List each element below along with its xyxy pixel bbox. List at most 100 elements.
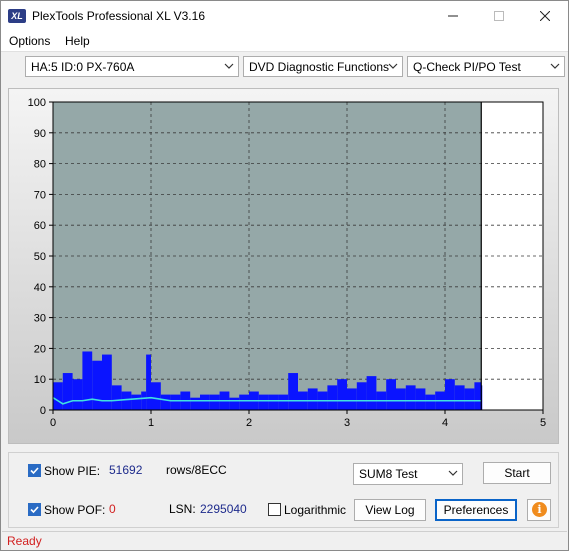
info-icon: i	[532, 502, 547, 517]
y-tick-label: 100	[28, 97, 46, 109]
close-button[interactable]	[522, 1, 568, 31]
preferences-button[interactable]: Preferences	[435, 499, 517, 521]
minimize-icon	[448, 15, 458, 17]
drive-select[interactable]: HA:5 ID:0 PX-760A	[25, 56, 239, 77]
pie-bar	[386, 379, 396, 410]
pie-bar	[366, 376, 377, 410]
title-bar[interactable]: XL PlexTools Professional XL V3.16	[1, 1, 568, 31]
status-text: Ready	[7, 534, 42, 548]
show-pof-label: Show POF:	[44, 503, 106, 517]
pie-bar	[209, 394, 220, 410]
y-tick-label: 0	[40, 405, 46, 417]
status-bar: Ready	[2, 531, 567, 550]
app-logo-icon: XL	[8, 9, 26, 23]
pi-po-chart: 0 10 20 30 40 50 60 70 80 90 100 0 1 2 3 4 5	[28, 97, 546, 429]
pie-bar	[454, 385, 465, 410]
x-tick-label: 5	[540, 417, 546, 429]
pie-value: 51692	[109, 463, 143, 477]
close-icon	[540, 11, 550, 21]
logarithmic-checkbox[interactable]	[268, 503, 281, 516]
check-icon	[30, 506, 39, 514]
pie-bar	[288, 373, 298, 410]
view-log-button[interactable]: View Log	[354, 499, 426, 521]
menu-bar: Options Help	[1, 31, 568, 51]
window-title: PlexTools Professional XL V3.16	[32, 9, 205, 23]
function-select[interactable]: DVD Diagnostic Functions	[243, 56, 403, 77]
pie-bar	[72, 379, 83, 410]
y-tick-label: 90	[34, 128, 46, 140]
pie-bar	[356, 382, 367, 410]
maximize-icon	[494, 11, 504, 21]
pie-bar	[102, 354, 112, 410]
chevron-down-icon	[224, 63, 234, 69]
pie-bar	[229, 397, 240, 410]
pie-bar	[151, 382, 161, 410]
pie-bar	[278, 394, 289, 410]
pie-bar	[474, 382, 482, 410]
menu-help[interactable]: Help	[65, 34, 90, 48]
show-pof-checkbox[interactable]	[28, 503, 41, 516]
y-tick-label: 70	[34, 189, 46, 201]
pie-bar	[160, 394, 171, 410]
pie-bar	[146, 354, 151, 410]
app-window: XL PlexTools Professional XL V3.16 Optio…	[0, 0, 569, 551]
chevron-down-icon	[388, 63, 398, 69]
chevron-down-icon	[448, 470, 458, 476]
pie-bar	[337, 379, 347, 410]
pie-bar	[425, 394, 436, 410]
maximize-button[interactable]	[476, 1, 522, 31]
x-tick-label: 4	[442, 417, 448, 429]
pie-bar	[111, 385, 122, 410]
pie-bar	[53, 382, 63, 410]
y-tick-label: 30	[34, 313, 46, 325]
pie-bar	[258, 394, 269, 410]
pie-bar	[190, 397, 200, 410]
plot-area	[53, 102, 482, 410]
test-select-value: Q-Check PI/PO Test	[413, 60, 521, 74]
y-tick-label: 20	[34, 343, 46, 355]
pof-value: 0	[109, 502, 116, 516]
pie-bar	[327, 385, 338, 410]
pie-bar	[464, 388, 475, 410]
pie-bar	[347, 388, 357, 410]
chart-panel: 0 10 20 30 40 50 60 70 80 90 100 0 1 2 3 4 5	[8, 88, 559, 444]
test-select[interactable]: Q-Check PI/PO Test	[407, 56, 565, 77]
start-button-label: Start	[504, 466, 530, 480]
pie-bar	[239, 394, 249, 410]
pie-bar	[396, 388, 406, 410]
pie-bar	[92, 360, 102, 410]
y-tick-label: 10	[34, 374, 46, 386]
pie-bar	[170, 394, 181, 410]
y-tick-label: 80	[34, 159, 46, 171]
logarithmic-label: Logarithmic	[284, 503, 347, 517]
chevron-down-icon	[550, 63, 560, 69]
lsn-value: 2295040	[200, 502, 247, 516]
y-tick-label: 40	[34, 282, 46, 294]
pie-unit: rows/8ECC	[166, 463, 227, 477]
y-tick-label: 50	[34, 251, 46, 263]
info-button[interactable]: i	[527, 499, 551, 521]
x-tick-label: 0	[50, 417, 56, 429]
pie-bar	[131, 394, 142, 410]
pie-bar	[445, 379, 455, 410]
pie-bar	[307, 388, 318, 410]
preferences-button-label: Preferences	[443, 503, 509, 517]
menu-options[interactable]: Options	[9, 34, 50, 48]
show-pie-label: Show PIE:	[44, 464, 101, 478]
function-select-value: DVD Diagnostic Functions	[249, 60, 390, 74]
lsn-label: LSN:	[169, 502, 196, 516]
pie-bar	[405, 385, 416, 410]
x-tick-label: 2	[246, 417, 252, 429]
pie-bar	[62, 373, 73, 410]
sum-test-select[interactable]: SUM8 Test	[353, 463, 463, 485]
pie-bar	[415, 388, 426, 410]
start-button[interactable]: Start	[483, 462, 551, 484]
minimize-button[interactable]	[430, 1, 476, 31]
pie-bar	[121, 391, 132, 410]
show-pie-checkbox[interactable]	[28, 464, 41, 477]
control-panel: Show PIE: 51692 rows/8ECC SUM8 Test Star…	[8, 452, 559, 528]
toolbar: HA:5 ID:0 PX-760A DVD Diagnostic Functio…	[1, 51, 568, 82]
view-log-button-label: View Log	[365, 503, 415, 517]
pie-bar	[141, 391, 147, 410]
pie-bar	[200, 394, 210, 410]
